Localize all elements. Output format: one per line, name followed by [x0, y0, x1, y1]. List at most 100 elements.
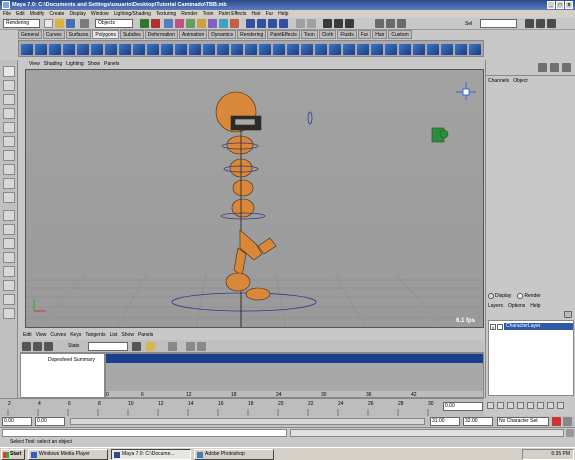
channel-box-layout-icon-2[interactable] [550, 63, 559, 72]
tab-cloth[interactable]: Cloth [318, 30, 337, 39]
create-layer-icon[interactable] [564, 311, 572, 318]
tab-deformation[interactable]: Deformation [144, 30, 178, 39]
mask-icon-3[interactable] [186, 19, 195, 28]
menu-window[interactable]: Window [91, 10, 109, 18]
extract-icon[interactable] [203, 44, 215, 55]
layer-row[interactable]: V CharacterLayer [490, 323, 573, 330]
channel-box-layout-icon-3[interactable] [562, 63, 571, 72]
lasso-tool-icon[interactable] [3, 80, 15, 91]
reduce-icon[interactable] [287, 44, 299, 55]
layout-icon-7[interactable] [3, 294, 15, 305]
tab-toon[interactable]: Toon [300, 30, 318, 39]
render-radio[interactable]: Render [517, 293, 541, 299]
taskbar-photoshop[interactable]: Adobe Photoshop [194, 449, 274, 460]
menu-display[interactable]: Display [69, 10, 85, 18]
collapse-icon[interactable] [427, 44, 439, 55]
range-end-field[interactable]: 31.00 [430, 417, 460, 426]
dope-menu-tangents[interactable]: Tangents [85, 331, 105, 340]
tab-polygons[interactable]: Polygons [92, 30, 119, 39]
animation-prefs-icon[interactable] [563, 417, 572, 426]
start-time-field[interactable]: 0.00 [2, 417, 32, 426]
go-to-end-icon[interactable] [557, 402, 564, 409]
extrude-edge-icon[interactable] [385, 44, 397, 55]
boolean-difference-icon[interactable] [245, 44, 257, 55]
four-view-layout-icon[interactable] [3, 224, 15, 235]
command-input[interactable] [2, 429, 287, 437]
mask-icon-1[interactable] [164, 19, 173, 28]
play-backwards-icon[interactable] [517, 402, 524, 409]
paint-select-tool-icon[interactable] [3, 94, 15, 105]
taskbar-media-player[interactable]: Windows Media Player [28, 449, 108, 460]
range-bar[interactable] [70, 418, 425, 425]
menu-paint-effects[interactable]: Paint Effects [218, 10, 246, 18]
merge-vertices-icon[interactable] [413, 44, 425, 55]
options-menu[interactable]: Options [508, 303, 525, 309]
step-back-key-icon[interactable] [507, 402, 514, 409]
dope-menu-keys[interactable]: Keys [70, 331, 81, 340]
layout-icon-8[interactable] [3, 308, 15, 319]
start-button[interactable]: Start [1, 449, 25, 460]
extrude-face-icon[interactable] [371, 44, 383, 55]
input-output-icon[interactable] [307, 19, 316, 28]
mask-icon-6[interactable] [219, 19, 228, 28]
last-tool-icon[interactable] [3, 192, 15, 203]
go-to-start-icon[interactable] [487, 402, 494, 409]
spreadsheet-icon[interactable] [168, 342, 177, 351]
tab-hair[interactable]: Hair [372, 30, 388, 39]
stats-field[interactable] [88, 342, 128, 351]
dopesheet-view[interactable]: 0 6 12 18 24 30 36 42 [105, 353, 484, 398]
subdivide-icon[interactable] [455, 44, 467, 55]
close-button[interactable]: x [565, 1, 573, 9]
snap-curve-icon[interactable] [257, 19, 266, 28]
z-field-icon[interactable] [397, 19, 406, 28]
cycle-icon[interactable] [186, 342, 195, 351]
add-keys-icon[interactable] [44, 342, 53, 351]
play-forwards-icon[interactable] [527, 402, 534, 409]
poly-pyramid-icon[interactable] [119, 44, 131, 55]
frame-all-icon[interactable] [132, 342, 141, 351]
persp-outliner-layout-icon[interactable] [3, 238, 15, 249]
menu-set-dropdown[interactable]: Rendering [3, 19, 40, 28]
snap-surface-icon[interactable] [279, 19, 288, 28]
panel-menu-panels[interactable]: Panels [104, 60, 119, 69]
menu-toon[interactable]: Toon [203, 10, 214, 18]
character-set-dropdown[interactable]: No Character Set [497, 417, 549, 426]
tab-animation[interactable]: Animation [178, 30, 208, 39]
layer-name[interactable]: CharacterLayer [504, 323, 573, 330]
dope-menu-edit[interactable]: Edit [23, 331, 32, 340]
menu-create[interactable]: Create [49, 10, 64, 18]
mask-icon-2[interactable] [175, 19, 184, 28]
layers-menu[interactable]: Layers [488, 303, 503, 309]
attribute-editor-icon[interactable] [525, 19, 534, 28]
poly-helix-icon[interactable] [147, 44, 159, 55]
poly-pipe-icon[interactable] [133, 44, 145, 55]
channel-box-toggle-icon[interactable] [547, 19, 556, 28]
layer-visibility-toggle[interactable]: V [490, 323, 496, 330]
step-forward-key-icon[interactable] [537, 402, 544, 409]
hypershade-layout-icon[interactable] [3, 266, 15, 277]
tab-fur[interactable]: Fur [357, 30, 372, 39]
dope-menu-list[interactable]: List [110, 331, 118, 340]
tab-general[interactable]: General [18, 30, 42, 39]
time-slider[interactable]: 2 4 6 8 10 12 14 16 18 20 22 24 26 28 30 [0, 398, 484, 417]
minimize-button[interactable]: _ [547, 1, 555, 9]
poly-sphere-icon[interactable] [21, 44, 33, 55]
panel-menu-show[interactable]: Show [88, 60, 101, 69]
open-scene-icon[interactable] [55, 19, 64, 28]
y-field-icon[interactable] [386, 19, 395, 28]
layout-icon-6[interactable] [3, 280, 15, 291]
split-polygon-icon[interactable] [357, 44, 369, 55]
render-frame-icon[interactable] [323, 19, 332, 28]
anim-start-field[interactable]: 0.00 [35, 417, 65, 426]
tab-rendering[interactable]: Rendering [237, 30, 267, 39]
poly-prism-icon[interactable] [105, 44, 117, 55]
smooth-icon[interactable] [217, 44, 229, 55]
separate-icon[interactable] [189, 44, 201, 55]
menu-texturing[interactable]: Texturing [156, 10, 176, 18]
current-time-field[interactable]: 0.00 [443, 402, 483, 411]
object-menu[interactable]: Object [513, 78, 527, 84]
tab-painteffects[interactable]: PaintEffects [267, 30, 300, 39]
dope-menu-panels[interactable]: Panels [138, 331, 153, 340]
quadrangulate-icon[interactable] [315, 44, 327, 55]
step-forward-icon[interactable] [547, 402, 554, 409]
